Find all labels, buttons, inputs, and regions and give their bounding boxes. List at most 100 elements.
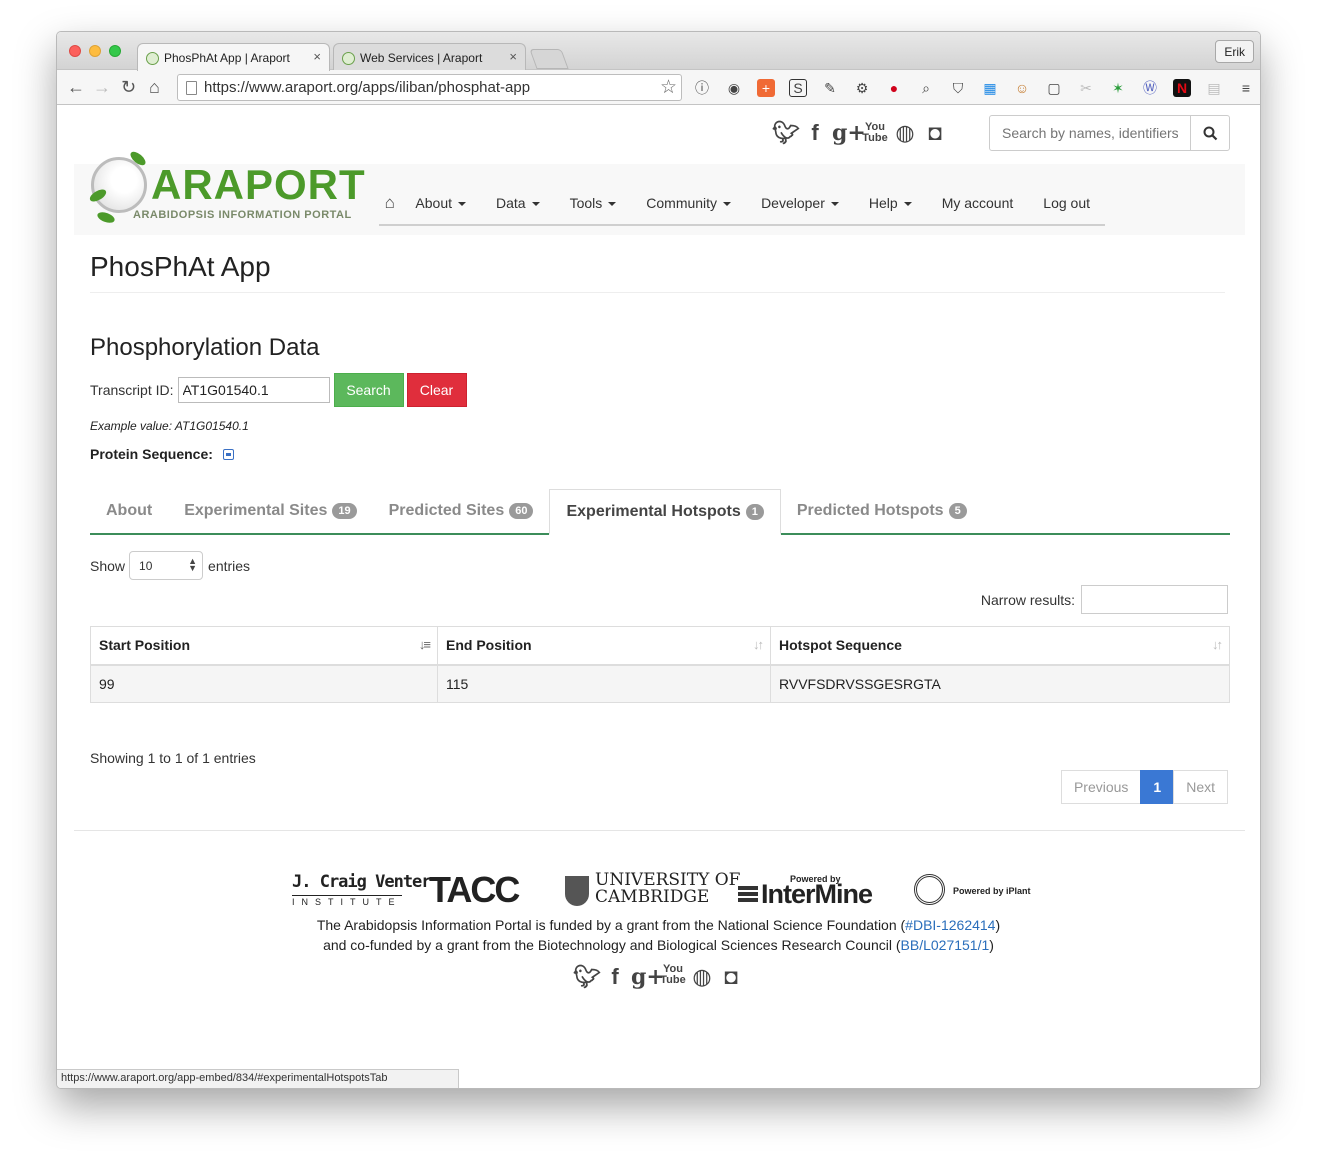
social-links-bottom: 🐦︎ f g+ You Tube ◍ ◘ [573, 964, 744, 991]
tab-experimental-hotspots[interactable]: Experimental Hotspots 1 [549, 489, 781, 535]
caret-down-icon [608, 202, 617, 207]
bbsrc-grant-link[interactable]: BB/L027151/1 [901, 937, 990, 953]
grey-extension-icon[interactable]: ▤ [1202, 78, 1226, 98]
jcvi-logo[interactable]: J. Craig Venter [292, 872, 432, 892]
nav-data[interactable]: Data [481, 195, 555, 211]
nav-log-out[interactable]: Log out [1028, 195, 1105, 211]
transcript-form: Transcript ID: Search Clear [90, 372, 467, 407]
entries-length: Show 10 ▲ ▼ entries [90, 551, 250, 580]
facebook-icon[interactable]: f [602, 964, 628, 990]
logo-subtitle: ARABIDOPSIS INFORMATION PORTAL [133, 209, 352, 221]
profile-button[interactable]: Erik [1215, 40, 1254, 63]
search-button[interactable]: Search [333, 372, 404, 407]
gear-extension-icon[interactable]: ⚙ [850, 78, 874, 98]
magnifier-extension-icon[interactable]: ⌕ [914, 78, 938, 98]
protein-sequence-row: Protein Sequence: [90, 446, 234, 462]
maximize-window-button[interactable] [109, 45, 121, 57]
shield-extension-icon[interactable]: ⛉ [946, 78, 970, 98]
nav-tools[interactable]: Tools [555, 195, 632, 211]
browser-tab-web-services[interactable]: Web Services | Araport × [333, 43, 526, 71]
netflix-extension-icon[interactable]: N [1173, 79, 1191, 97]
address-bar[interactable]: https://www.araport.org/apps/iliban/phos… [177, 74, 682, 101]
minimize-window-button[interactable] [89, 45, 101, 57]
bookmark-star-icon[interactable]: ☆ [660, 76, 677, 99]
google-plus-icon[interactable]: g+ [832, 120, 866, 146]
entries-label: entries [208, 557, 251, 574]
nav-my-account[interactable]: My account [927, 195, 1029, 211]
count-badge: 1 [745, 503, 764, 520]
scissors-extension-icon[interactable]: ✂ [1074, 78, 1098, 98]
plus-extension-icon[interactable]: + [757, 79, 775, 97]
creative-cloud-icon[interactable]: ● [882, 78, 906, 98]
column-header-end[interactable]: End Position ↓↑ [437, 626, 771, 666]
google-plus-icon[interactable]: g+ [631, 964, 665, 990]
slideshare-icon[interactable]: ◘ [718, 964, 744, 990]
site-search-button[interactable] [1190, 116, 1229, 150]
caret-down-icon [458, 202, 466, 207]
close-tab-icon[interactable]: × [509, 49, 517, 64]
youtube-icon[interactable]: You Tube [862, 122, 888, 144]
face-extension-icon[interactable]: ☺ [1010, 78, 1034, 98]
iplant-logo-icon[interactable] [914, 874, 945, 905]
transcript-input[interactable] [177, 376, 330, 403]
narrow-results-input[interactable] [1081, 585, 1228, 614]
facebook-icon[interactable]: f [802, 120, 828, 146]
tab-predicted-hotspots[interactable]: Predicted Hotspots 5 [781, 489, 983, 533]
menu-icon[interactable]: ≡ [1234, 78, 1258, 98]
home-icon[interactable]: ⌂ [379, 193, 400, 213]
page-title: PhosPhAt App [90, 251, 271, 282]
previous-page-button[interactable]: Previous [1060, 770, 1142, 804]
twitter-icon[interactable]: 🐦︎ [772, 120, 800, 146]
extension-icons: ⓘ ◉ + S ✎ ⚙ ● ⌕ ⛉ ▦ ☺ ▢ ✂ ✶ Ⓦ N ▤ ≡ [690, 78, 1258, 98]
browser-tab-phosphat[interactable]: PhosPhAt App | Araport × [137, 43, 330, 71]
cell-start: 99 [90, 664, 438, 703]
info-extension-icon[interactable]: ⓘ [690, 78, 714, 98]
nsf-grant-link[interactable]: #DBI-1262414 [905, 917, 995, 933]
square-extension-icon[interactable]: ▢ [1042, 78, 1066, 98]
new-tab-button[interactable] [529, 49, 569, 69]
select-arrows-icon: ▲ ▼ [188, 556, 198, 573]
pin-extension-icon[interactable]: ✎ [818, 78, 842, 98]
intermine-logo[interactable]: InterMine [761, 880, 873, 908]
back-arrow-icon[interactable]: ← [67, 76, 85, 98]
table-info: Showing 1 to 1 of 1 entries [90, 750, 256, 766]
home-icon[interactable]: ⌂ [149, 76, 160, 98]
site-search-input[interactable] [990, 116, 1190, 150]
github-icon[interactable]: ◍ [892, 120, 918, 146]
entries-select[interactable]: 10 ▲ ▼ [129, 551, 204, 580]
nav-help[interactable]: Help [854, 195, 927, 211]
youtube-icon[interactable]: You Tube [660, 964, 686, 990]
colorful-extension-icon[interactable]: ✶ [1106, 78, 1130, 98]
close-window-button[interactable] [69, 45, 81, 57]
windows-extension-icon[interactable]: ▦ [978, 78, 1002, 98]
github-icon[interactable]: ◍ [689, 964, 715, 990]
sponsor-logos: J. Craig Venter INSTITUTE TACC UNIVERSIT… [287, 872, 1047, 914]
forward-arrow-icon[interactable]: → [93, 76, 111, 98]
count-badge: 5 [948, 503, 967, 519]
tab-experimental-sites[interactable]: Experimental Sites 19 [168, 489, 372, 533]
reload-icon[interactable]: ↻ [121, 76, 136, 98]
example-hint: Example value: AT1G01540.1 [90, 419, 249, 433]
column-header-start[interactable]: Start Position ↓≡ [90, 626, 438, 666]
nav-community[interactable]: Community [631, 195, 746, 211]
nav-about[interactable]: About [400, 195, 481, 211]
twitter-icon[interactable]: 🐦︎ [573, 964, 601, 990]
url-text: https://www.araport.org/apps/iliban/phos… [204, 79, 531, 96]
hotspots-table: Start Position ↓≡ End Position ↓↑ Hotspot … [90, 626, 1230, 703]
column-header-sequence[interactable]: Hotspot Sequence ↓↑ [770, 626, 1230, 666]
nav-developer[interactable]: Developer [746, 195, 854, 211]
s-extension-icon[interactable]: S [789, 79, 807, 97]
tab-predicted-sites[interactable]: Predicted Sites 60 [373, 489, 550, 533]
clear-button[interactable]: Clear [406, 372, 467, 407]
tacc-logo[interactable]: TACC [429, 872, 520, 908]
w-extension-icon[interactable]: Ⓦ [1138, 78, 1162, 98]
collapse-toggle-icon[interactable] [222, 448, 234, 460]
tab-about[interactable]: About [90, 489, 168, 533]
narrow-results: Narrow results: [981, 585, 1228, 614]
next-page-button[interactable]: Next [1173, 770, 1228, 804]
slideshare-icon[interactable]: ◘ [922, 120, 948, 146]
close-tab-icon[interactable]: × [313, 49, 321, 64]
chrome-extension-icon[interactable]: ◉ [722, 78, 746, 98]
araport-logo[interactable]: ARAPORT ARABIDOPSIS INFORMATION PORTAL [87, 149, 379, 231]
page-1-button[interactable]: 1 [1140, 770, 1175, 804]
